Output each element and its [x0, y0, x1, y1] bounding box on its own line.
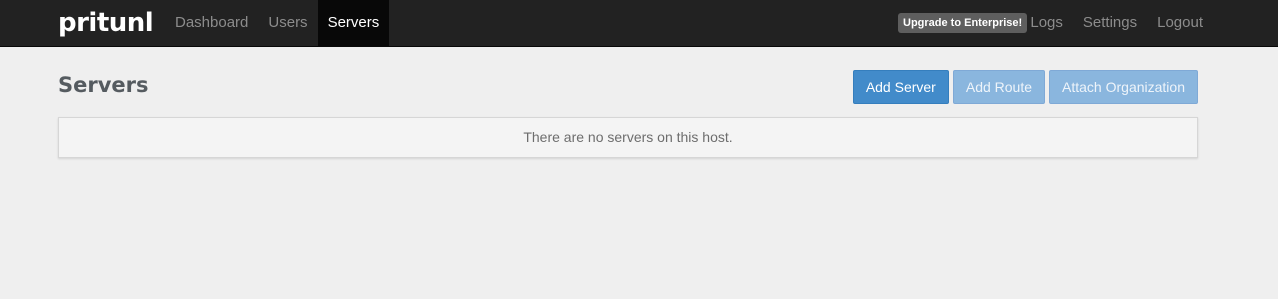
nav-logs[interactable]: Logs	[1020, 0, 1073, 47]
main-nav: Dashboard Users Servers	[165, 0, 390, 47]
nav-servers[interactable]: Servers	[317, 0, 390, 47]
upgrade-enterprise-badge[interactable]: Upgrade to Enterprise!	[898, 13, 1028, 33]
nav-users[interactable]: Users	[258, 0, 317, 47]
add-server-button[interactable]: Add Server	[852, 70, 949, 104]
secondary-nav: Logs Settings Logout	[1020, 0, 1213, 47]
top-navbar: pritunl Dashboard Users Servers Upgrade …	[0, 0, 1278, 47]
add-route-button[interactable]: Add Route	[952, 70, 1046, 104]
server-actions: Add Server Add Route Attach Organization	[852, 70, 1198, 104]
nav-dashboard[interactable]: Dashboard	[165, 0, 258, 47]
nav-settings[interactable]: Settings	[1073, 0, 1147, 47]
page-title: Servers	[58, 73, 149, 97]
empty-servers-message: There are no servers on this host.	[58, 117, 1198, 158]
nav-logout[interactable]: Logout	[1147, 0, 1213, 47]
attach-organization-button[interactable]: Attach Organization	[1049, 70, 1198, 104]
brand-logo[interactable]: pritunl	[58, 6, 154, 40]
